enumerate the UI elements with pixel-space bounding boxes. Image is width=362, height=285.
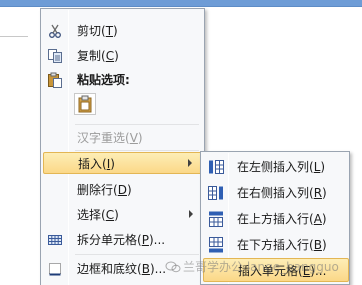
submenu-arrow-icon — [189, 210, 193, 218]
menu-item-insert-label: 插入 — [78, 157, 103, 171]
menu-separator — [75, 254, 199, 255]
paste-icon — [47, 72, 63, 88]
menu-item-cut[interactable]: 剪切(T) — [43, 20, 203, 42]
submenu-item-insert-column-right-label: 在右侧插入列 — [237, 186, 310, 200]
copy-icon — [47, 48, 63, 64]
insert-column-left-icon — [207, 158, 225, 176]
menu-item-insert-key: I — [106, 157, 111, 171]
watermark: 兰哥学办公 lange_bangguo — [165, 258, 339, 276]
menu-item-split-cells-key: P — [141, 233, 149, 247]
document-gridline — [0, 36, 28, 37]
submenu-item-insert-column-left[interactable]: 在左侧插入列(L) — [203, 155, 349, 179]
submenu-item-insert-row-below[interactable]: 在下方插入行(B) — [203, 233, 349, 257]
insert-row-above-icon — [207, 210, 225, 228]
menu-item-paste-options-label: 粘贴选项: — [77, 73, 130, 87]
menu-item-split-cells[interactable]: 拆分单元格(P)... — [43, 229, 203, 251]
menu-item-select-key: C — [105, 208, 115, 222]
context-menu: 剪切(T) 复制(C) 粘贴选项: 汉字重选(V) 插入(I) 删除行(D) 选… — [40, 8, 205, 285]
menu-item-copy[interactable]: 复制(C) — [43, 45, 203, 67]
menu-item-borders-shading-key: B — [141, 262, 150, 276]
submenu-item-insert-row-above-label: 在上方插入行 — [237, 212, 310, 226]
menu-item-split-cells-ellipsis: ... — [153, 233, 166, 247]
menu-item-delete-row-key: D — [117, 183, 127, 197]
submenu-item-insert-row-below-key: B — [313, 238, 322, 252]
menu-item-reconvert-key: V — [129, 131, 138, 145]
watermark-text: 兰哥学办公 lange_bangguo — [183, 260, 339, 274]
menu-item-copy-key: C — [105, 49, 115, 63]
submenu-arrow-icon — [188, 159, 192, 167]
submenu-item-insert-row-above-key: A — [313, 212, 322, 226]
menu-item-paste-options: 粘贴选项: — [43, 69, 203, 91]
insert-column-right-icon — [207, 184, 225, 202]
borders-icon — [47, 261, 63, 277]
submenu-item-insert-column-left-key: L — [313, 160, 321, 174]
menu-item-insert[interactable]: 插入(I) — [43, 152, 203, 174]
menu-item-copy-label: 复制 — [77, 49, 102, 63]
submenu-item-insert-row-below-label: 在下方插入行 — [237, 238, 310, 252]
menu-item-delete-row[interactable]: 删除行(D) — [43, 179, 203, 201]
submenu-item-insert-column-right-key: R — [313, 186, 323, 200]
chat-bubble-icon — [165, 260, 181, 274]
scissors-icon — [47, 23, 63, 39]
split-cells-icon — [47, 232, 63, 248]
menu-item-split-cells-label: 拆分单元格 — [77, 233, 138, 247]
menu-item-reconvert-label: 汉字重选 — [77, 131, 126, 145]
paste-keep-formatting-button[interactable] — [74, 93, 96, 115]
menu-item-select[interactable]: 选择(C) — [43, 204, 203, 226]
submenu-item-insert-column-right[interactable]: 在右侧插入列(R) — [203, 181, 349, 205]
menu-item-borders-shading-label: 边框和底纹 — [77, 262, 138, 276]
menu-item-reconvert: 汉字重选(V) — [77, 131, 143, 145]
document-title-bar — [0, 0, 362, 7]
submenu-item-insert-column-left-label: 在左侧插入列 — [237, 160, 310, 174]
menu-item-cut-label: 剪切 — [77, 24, 102, 38]
menu-separator — [75, 124, 199, 125]
insert-row-below-icon — [207, 236, 225, 254]
menu-separator — [75, 150, 199, 151]
menu-item-select-label: 选择 — [77, 208, 102, 222]
menu-item-delete-row-label: 删除行 — [77, 183, 114, 197]
submenu-item-insert-row-above[interactable]: 在上方插入行(A) — [203, 207, 349, 231]
menu-item-cut-key: T — [105, 24, 114, 38]
